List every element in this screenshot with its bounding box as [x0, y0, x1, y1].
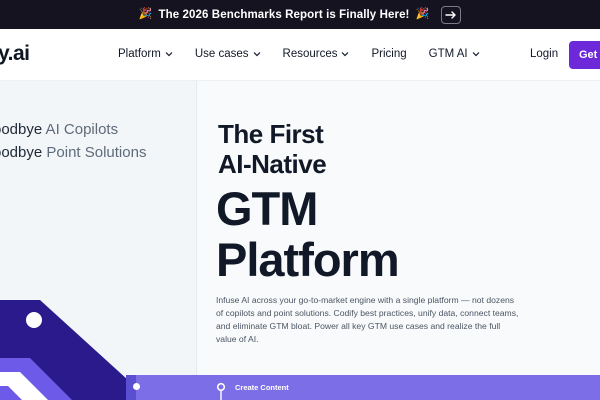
nav-label: Use cases [194, 48, 249, 60]
announcement-arrow-button[interactable] [441, 5, 462, 24]
hero-description: Infuse AI across your go-to-market engin… [216, 295, 519, 345]
party-popper-icon: 🎉 [415, 8, 430, 20]
nav-label: Pricing [371, 48, 407, 60]
nav-label: GTM AI [428, 48, 468, 60]
site-header: y.ai Platform Use cases Resources Pricin… [0, 29, 600, 81]
goodbye-target: Point Solutions [42, 144, 147, 161]
chevron-down-icon [253, 52, 260, 57]
headline-line-2: AI-Native [218, 149, 327, 179]
chevron-down-icon [342, 52, 349, 57]
announcement-bar: 🎉 The 2026 Benchmarks Report is Finally … [0, 0, 600, 29]
hero-right-panel: The First AI-Native GTM Platform Infuse … [197, 81, 600, 400]
nav-item-gtm-ai[interactable]: GTM AI [429, 48, 480, 60]
chevron-down-icon [472, 52, 480, 57]
login-link[interactable]: Login [530, 48, 558, 60]
band-dot [133, 383, 140, 390]
headline-line-1: The First [218, 119, 324, 149]
nav-item-use-cases[interactable]: Use cases [195, 48, 261, 60]
goodbye-point-solutions: oodbye Point Solutions [0, 144, 146, 161]
headline-line-3: GTM [216, 182, 318, 235]
chevron-down-icon [165, 52, 173, 57]
create-content-label[interactable]: Create Content [235, 383, 289, 392]
location-pin-icon [216, 382, 226, 400]
get-a-demo-button[interactable]: Get a [569, 41, 600, 69]
nav-item-pricing[interactable]: Pricing [371, 48, 406, 60]
goodbye-target: AI Copilots [42, 121, 119, 138]
party-popper-icon: 🎉 [138, 8, 153, 20]
use-case-band [126, 375, 600, 400]
goodbye-copilots: oodbye AI Copilots [0, 121, 118, 138]
goodbye-word: oodbye [0, 144, 43, 161]
main-nav: Platform Use cases Resources Pricing GTM… [118, 48, 502, 60]
logo[interactable]: y.ai [0, 42, 30, 66]
announcement-text[interactable]: The 2026 Benchmarks Report is Finally He… [158, 9, 409, 21]
arrow-right-icon [445, 10, 456, 19]
headline-line-4: Platform [216, 233, 400, 286]
nav-label: Resources [282, 48, 338, 60]
nav-item-resources[interactable]: Resources [283, 48, 350, 60]
nav-item-platform[interactable]: Platform [118, 48, 173, 60]
goodbye-word: oodbye [0, 121, 43, 138]
nav-label: Platform [118, 48, 161, 60]
